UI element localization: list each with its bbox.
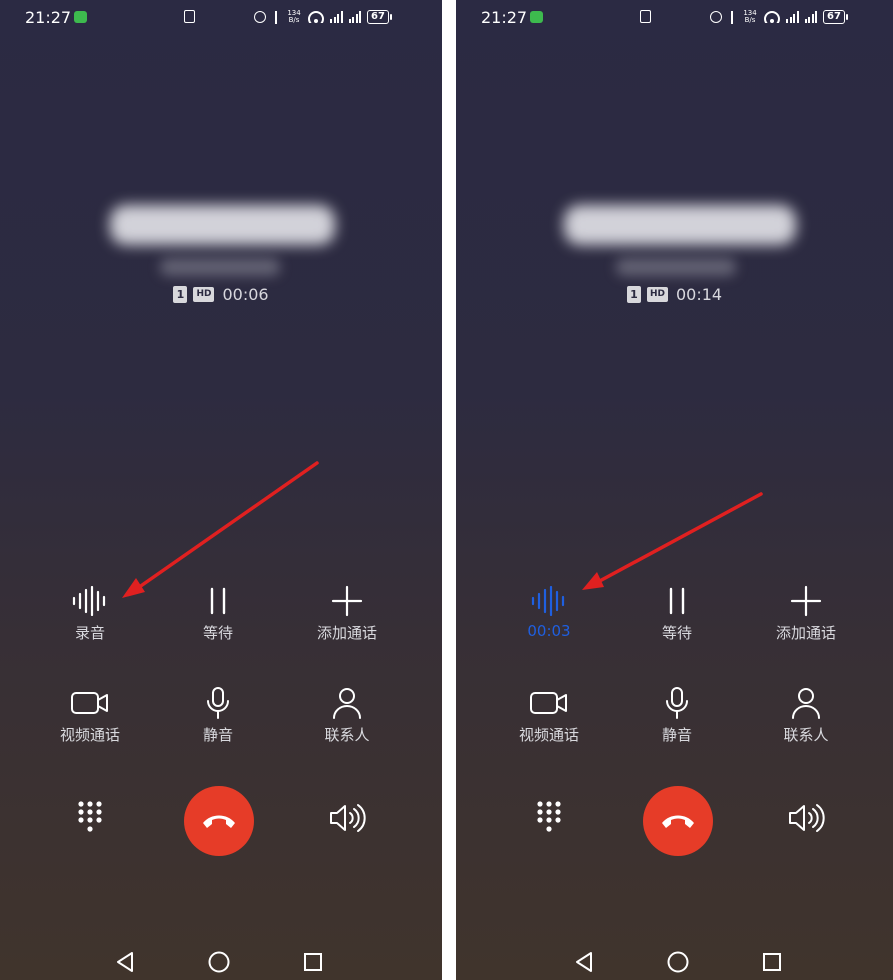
hold-label: 等待 xyxy=(202,624,233,642)
keypad-button[interactable] xyxy=(489,800,609,836)
bluetooth-icon xyxy=(272,10,280,24)
mute-button[interactable]: 静音 xyxy=(617,685,737,745)
call-duration: 00:06 xyxy=(222,285,269,304)
call-duration: 00:14 xyxy=(675,285,723,304)
record-button[interactable]: 录音 xyxy=(30,583,150,643)
hd-badge: HD xyxy=(193,287,215,302)
hold-button[interactable]: 等待 xyxy=(617,583,737,643)
mute-label: 静音 xyxy=(202,726,233,744)
network-speed: 134 B/s xyxy=(743,9,757,24)
dialpad-icon xyxy=(30,800,150,836)
battery-indicator: 67 xyxy=(823,10,848,24)
pause-icon xyxy=(617,583,737,619)
dialpad-icon xyxy=(489,800,609,836)
hangup-phone-icon xyxy=(662,815,694,828)
sim-badge: 1 xyxy=(626,286,641,303)
recording-timer: 00:03 xyxy=(527,622,571,640)
video-call-button[interactable]: 视频通话 xyxy=(489,685,609,745)
video-call-label: 视频通话 xyxy=(518,726,579,744)
mute-button[interactable]: 静音 xyxy=(158,685,278,745)
caller-name-blurred xyxy=(564,205,796,245)
status-icons: 134 B/s 67 xyxy=(254,6,392,28)
call-screen-before: 21:27 134 B/s 67 1 HD 00:06 录音 等待 添加通话 视… xyxy=(0,0,442,980)
back-nav-icon[interactable] xyxy=(113,950,137,974)
alarm-icon xyxy=(710,11,722,23)
call-screen-recording: 21:27 134B/s 67 1 HD 00:14 00:03 等待 添加通 xyxy=(456,0,893,980)
call-info: 1 HD 00:14 xyxy=(456,285,893,304)
contacts-button[interactable]: 联系人 xyxy=(287,685,407,745)
call-info: 1 HD 00:06 xyxy=(0,285,442,304)
nfc-icon xyxy=(184,10,195,23)
status-icons: 134 B/s 67 xyxy=(710,6,848,28)
add-call-button[interactable]: 添加通话 xyxy=(287,583,407,643)
bluetooth-icon xyxy=(728,10,736,24)
contacts-button[interactable]: 联系人 xyxy=(746,685,866,745)
plus-icon xyxy=(287,583,407,619)
pause-icon xyxy=(158,583,278,619)
speaker-button[interactable] xyxy=(287,800,407,836)
wifi-icon xyxy=(764,11,780,23)
caller-name-blurred xyxy=(110,205,335,245)
plus-icon xyxy=(746,583,866,619)
video-call-label: 视频通话 xyxy=(59,726,120,744)
signal-icon xyxy=(330,11,343,23)
sim-badge: 1 xyxy=(173,286,188,303)
home-nav-icon[interactable] xyxy=(666,950,690,974)
hd-badge: HD xyxy=(646,287,668,302)
back-nav-icon[interactable] xyxy=(572,950,596,974)
add-call-label: 添加通话 xyxy=(316,624,377,642)
recents-nav-icon[interactable] xyxy=(301,950,325,974)
contacts-label: 联系人 xyxy=(783,726,829,744)
caller-number-blurred xyxy=(616,258,736,276)
signal-icon-2 xyxy=(804,11,817,23)
signal-icon xyxy=(786,11,799,23)
contacts-label: 联系人 xyxy=(324,726,370,744)
person-icon xyxy=(746,685,866,721)
wifi-call-icon xyxy=(74,11,87,23)
home-nav-icon[interactable] xyxy=(207,950,231,974)
speaker-icon xyxy=(746,800,866,836)
record-button-active[interactable]: 00:03 xyxy=(489,583,609,640)
end-call-button[interactable] xyxy=(643,786,713,856)
hangup-phone-icon xyxy=(203,815,235,828)
add-call-button[interactable]: 添加通话 xyxy=(746,583,866,643)
microphone-icon xyxy=(158,685,278,721)
record-label: 录音 xyxy=(74,624,105,642)
hold-label: 等待 xyxy=(661,624,692,642)
microphone-icon xyxy=(617,685,737,721)
end-call-button[interactable] xyxy=(184,786,254,856)
recents-nav-icon[interactable] xyxy=(760,950,784,974)
person-icon xyxy=(287,685,407,721)
mute-label: 静音 xyxy=(661,726,692,744)
wifi-icon xyxy=(308,11,324,23)
hold-button[interactable]: 等待 xyxy=(158,583,278,643)
waveform-icon xyxy=(489,583,609,619)
network-speed: 134 B/s xyxy=(287,9,301,24)
nfc-icon xyxy=(640,10,651,23)
add-call-label: 添加通话 xyxy=(775,624,836,642)
video-call-button[interactable]: 视频通话 xyxy=(30,685,150,745)
waveform-icon xyxy=(30,583,150,619)
caller-number-blurred xyxy=(160,258,280,276)
keypad-button[interactable] xyxy=(30,800,150,836)
alarm-icon xyxy=(254,11,266,23)
video-camera-icon xyxy=(30,685,150,721)
status-time: 21:27 xyxy=(25,8,72,27)
signal-icon-2 xyxy=(348,11,361,23)
wifi-call-icon xyxy=(530,11,543,23)
video-camera-icon xyxy=(489,685,609,721)
status-time: 21:27 xyxy=(481,8,528,27)
speaker-button[interactable] xyxy=(746,800,866,836)
speaker-icon xyxy=(287,800,407,836)
battery-indicator: 67 xyxy=(367,10,392,24)
